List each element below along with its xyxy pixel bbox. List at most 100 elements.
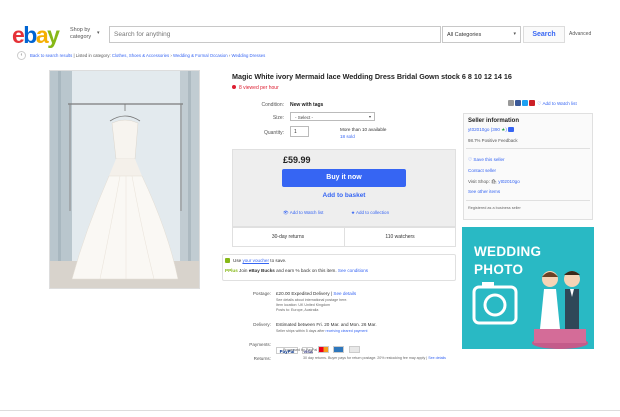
- item-title: Magic White ivory Mermaid lace Wedding D…: [232, 72, 512, 81]
- logo-letter-e: e: [12, 22, 25, 48]
- quantity-label: Quantity:: [263, 130, 284, 136]
- voucher-post: to save.: [270, 258, 287, 263]
- viewed-per-hour: 8 viewed per hour: [232, 85, 279, 91]
- search-input[interactable]: Search for anything: [109, 26, 441, 43]
- visit-shop: Visit Shop: 🛍 yt02010go: [468, 179, 520, 185]
- share-row: ♡ Add to Watch list: [508, 100, 577, 107]
- divider: [466, 200, 590, 201]
- available-text: More than 10 available: [340, 127, 387, 132]
- item-price: £59.99: [283, 155, 311, 165]
- email-icon[interactable]: [508, 100, 514, 106]
- card-icon: [348, 346, 360, 353]
- back-to-results-link[interactable]: Back to search results: [30, 53, 72, 58]
- pplus-badge: PPlus: [225, 268, 238, 273]
- voucher-pre: Use: [233, 258, 242, 263]
- search-button[interactable]: Search: [523, 26, 565, 43]
- seller-name-close: ): [505, 127, 507, 132]
- size-label: Size:: [272, 115, 284, 121]
- postage-price: £20.00 Expedited Delivery: [276, 291, 330, 296]
- ebay-bucks-label: eBay Bucks: [248, 268, 275, 273]
- postage-value: £20.00 Expedited Delivery | See details: [276, 291, 357, 296]
- seller-info-title: Seller information: [468, 118, 520, 124]
- save-seller-label: Save this seller: [473, 157, 505, 162]
- heart-icon: ♡: [537, 101, 542, 106]
- processed-by-paypal: Processed by PayPal: [283, 348, 318, 352]
- ad-headline: WEDDING PHOTO: [474, 243, 541, 279]
- back-arrow-icon[interactable]: ‹: [17, 51, 26, 60]
- postage-notes: See details about international postage …: [276, 298, 347, 313]
- shop-by-category-button[interactable]: Shop by category ▾: [70, 27, 104, 40]
- size-select-value: - Select -: [295, 114, 314, 120]
- logo-letter-y: y: [47, 22, 60, 48]
- voucher-icon: [225, 258, 230, 263]
- positive-feedback: 98.7% Positive Feedback: [468, 138, 518, 143]
- see-conditions-link[interactable]: See conditions: [338, 268, 368, 273]
- me-badge-icon: [508, 127, 515, 132]
- logo-letter-a: a: [35, 22, 49, 48]
- delivery-value: Estimated between Fri. 20 Mar. and Mon. …: [276, 322, 377, 327]
- returns-stat: 30-day returns: [271, 234, 305, 240]
- viewed-text: 8 viewed per hour: [239, 85, 279, 91]
- product-image[interactable]: [49, 70, 200, 289]
- returns-text: 30 day returns. Buyer pays for return po…: [303, 356, 426, 360]
- postage-note-3: Posts to: Europe, Australia: [276, 308, 319, 312]
- postage-label: Postage:: [252, 291, 271, 296]
- save-seller-link[interactable]: ♡ Save this seller: [468, 157, 505, 163]
- listed-in-label: Listed in category:: [75, 53, 111, 58]
- returns-value: 30 day returns. Buyer pays for return po…: [303, 356, 446, 360]
- seller-name: yt02010go (390: [468, 127, 500, 132]
- breadcrumb-item-wedding-formal[interactable]: Wedding & Formal Occasion: [173, 53, 228, 58]
- condition-label: Condition:: [261, 102, 284, 108]
- returns-details-link[interactable]: See details: [428, 356, 446, 360]
- delivery-note-text: Seller ships within 5 days after: [276, 329, 325, 333]
- visit-shop-link[interactable]: yt02010go: [498, 179, 519, 184]
- breadcrumb: Back to search results | Listed in categ…: [30, 53, 266, 58]
- returns-label: Returns:: [253, 356, 271, 361]
- ebay-bucks-line: PPlus Join eBay Bucks and earn % back on…: [225, 268, 368, 273]
- category-select[interactable]: All Categories ▾: [442, 26, 521, 43]
- availability: More than 10 available 18 sold: [340, 126, 386, 140]
- logo-letter-b: b: [23, 22, 37, 48]
- category-select-value: All Categories: [447, 32, 482, 38]
- price-box: [232, 149, 456, 227]
- twitter-icon[interactable]: [522, 100, 528, 106]
- watchers-stat: 110 watchers: [385, 234, 415, 240]
- cleared-payment-link[interactable]: receiving cleared payment: [326, 329, 368, 333]
- postage-details-link[interactable]: See details: [333, 291, 356, 296]
- alert-dot-icon: [232, 85, 236, 89]
- pinterest-icon[interactable]: [529, 100, 535, 106]
- watchlist-label: Add to Watch list: [289, 210, 324, 215]
- delivery-label: Delivery:: [253, 322, 271, 327]
- sold-link[interactable]: 18 sold: [340, 133, 386, 140]
- wedding-dress-illustration: [50, 71, 199, 288]
- shop-bag-icon: 🛍: [491, 179, 498, 184]
- quantity-input[interactable]: 1: [290, 126, 309, 137]
- add-to-watchlist-link[interactable]: 👁 Add to Watch list: [283, 210, 323, 216]
- breadcrumb-item-wedding-dresses[interactable]: Wedding Dresses: [231, 53, 265, 58]
- visit-shop-label: Visit Shop:: [468, 179, 490, 184]
- share-watchlist-link[interactable]: Add to Watch list: [542, 101, 576, 106]
- ad-line-1: WEDDING: [474, 244, 542, 259]
- eye-icon: 👁: [283, 210, 290, 215]
- condition-value: New with tags: [290, 102, 324, 108]
- facebook-icon[interactable]: [515, 100, 521, 106]
- delivery-note: Seller ships within 5 days after receivi…: [276, 329, 368, 334]
- ebay-logo[interactable]: ebay: [12, 22, 60, 48]
- page-bottom-border: [0, 410, 620, 411]
- contact-seller-link[interactable]: Contact seller: [468, 168, 496, 173]
- seller-name-link[interactable]: yt02010go (390 ★): [468, 127, 515, 133]
- buy-it-now-button[interactable]: Buy it now: [282, 169, 406, 187]
- add-to-collection-link[interactable]: ★ Add to collection: [351, 210, 389, 216]
- see-other-items-link[interactable]: See other items: [468, 189, 500, 194]
- add-to-basket-button[interactable]: Add to basket: [282, 190, 406, 202]
- collection-label: Add to collection: [356, 210, 390, 215]
- breadcrumb-item-clothes[interactable]: Clothes, Shoes & Accessories: [112, 53, 169, 58]
- chevron-down-icon: ▾: [513, 31, 516, 37]
- voucher-line: Use your voucher to save.: [225, 258, 286, 263]
- chevron-down-icon: ▾: [97, 30, 100, 36]
- amex-icon: [333, 346, 345, 353]
- divider: [466, 148, 590, 149]
- size-select[interactable]: - Select - ▾: [290, 112, 375, 121]
- voucher-link[interactable]: your voucher: [242, 258, 269, 263]
- advanced-search-link[interactable]: Advanced: [569, 31, 591, 37]
